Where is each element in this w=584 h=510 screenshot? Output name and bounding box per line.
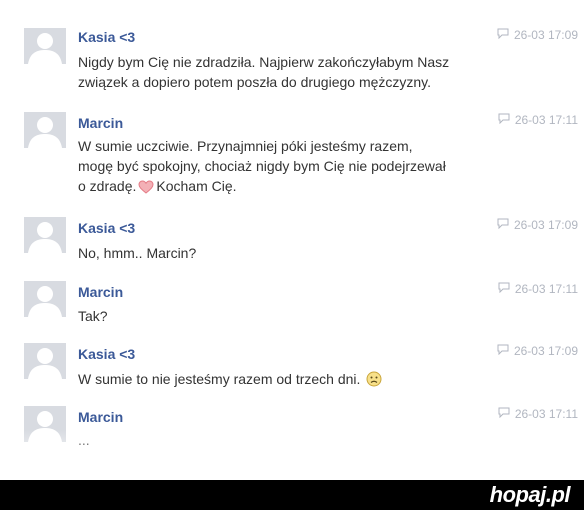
timestamp-text: 26-03 17:11 [514, 113, 578, 127]
sender-name[interactable]: Kasia <3 [78, 29, 135, 45]
message-line: Tak? [78, 308, 108, 324]
message-timestamp: 26-03 17:09 [497, 344, 578, 358]
message-text: W sumie to nie jesteśmy razem od trzech … [78, 369, 528, 392]
avatar[interactable] [24, 343, 66, 379]
timestamp-text: 26-03 17:11 [514, 282, 578, 296]
chat-conversation: Kasia <3 26-03 17:09 Nigdy bym Cię nie z… [0, 0, 584, 480]
chat-bubble-icon [498, 282, 510, 296]
sender-name[interactable]: Kasia <3 [78, 346, 135, 362]
chat-bubble-icon [497, 218, 509, 232]
message-timestamp: 26-03 17:11 [498, 113, 578, 127]
chat-bubble-icon [497, 344, 509, 358]
message-line: Nigdy bym Cię nie zdradziła. Najpierw za… [78, 54, 450, 70]
sender-name[interactable]: Marcin [78, 409, 123, 425]
chat-bubble-icon [498, 113, 510, 127]
watermark-bar: hopaj.pl [0, 480, 584, 510]
timestamp-text: 26-03 17:11 [514, 407, 578, 421]
avatar[interactable] [24, 217, 66, 253]
timestamp-text: 26-03 17:09 [513, 218, 578, 232]
timestamp-text: 26-03 17:09 [513, 344, 578, 358]
message-line: W sumie uczciwie. Przynajmniej póki jest… [78, 138, 413, 154]
bottom-fade [0, 430, 584, 480]
default-profile-icon [28, 348, 62, 379]
message-timestamp: 26-03 17:11 [498, 282, 578, 296]
default-profile-icon [28, 222, 62, 253]
message-text: Nigdy bym Cię nie zdradziła. Najpierw za… [78, 52, 528, 92]
avatar[interactable] [24, 112, 66, 148]
default-profile-icon [28, 117, 62, 148]
message-line: No, hmm.. Marcin? [78, 245, 197, 261]
message-line: o zdradę. Kocham Cię. [78, 176, 528, 199]
timestamp-text: 26-03 17:09 [513, 28, 578, 42]
chat-bubble-icon [497, 28, 509, 42]
message-line: W sumie to nie jesteśmy razem od trzech … [78, 369, 528, 392]
chat-bubble-icon [498, 407, 510, 421]
sad-face-emoji-icon [366, 371, 382, 392]
sender-name[interactable]: Marcin [78, 284, 123, 300]
message-text: W sumie uczciwie. Przynajmniej póki jest… [78, 136, 528, 199]
avatar[interactable] [24, 281, 66, 317]
message-timestamp: 26-03 17:09 [497, 218, 578, 232]
message-line: związek a dopiero potem poszła do drugie… [78, 74, 432, 90]
default-profile-icon [28, 286, 62, 317]
sender-name[interactable]: Kasia <3 [78, 220, 135, 236]
message-text: Tak? [78, 306, 528, 326]
message-text: No, hmm.. Marcin? [78, 243, 528, 263]
watermark-logo: hopaj.pl [489, 482, 571, 507]
default-profile-icon [28, 33, 62, 64]
heart-emoji-icon [138, 179, 154, 199]
sender-name[interactable]: Marcin [78, 115, 123, 131]
message-line: mogę być spokojny, chociaż nigdy bym Cię… [78, 158, 446, 174]
message-timestamp: 26-03 17:11 [498, 407, 578, 421]
avatar[interactable] [24, 28, 66, 64]
message-timestamp: 26-03 17:09 [497, 28, 578, 42]
